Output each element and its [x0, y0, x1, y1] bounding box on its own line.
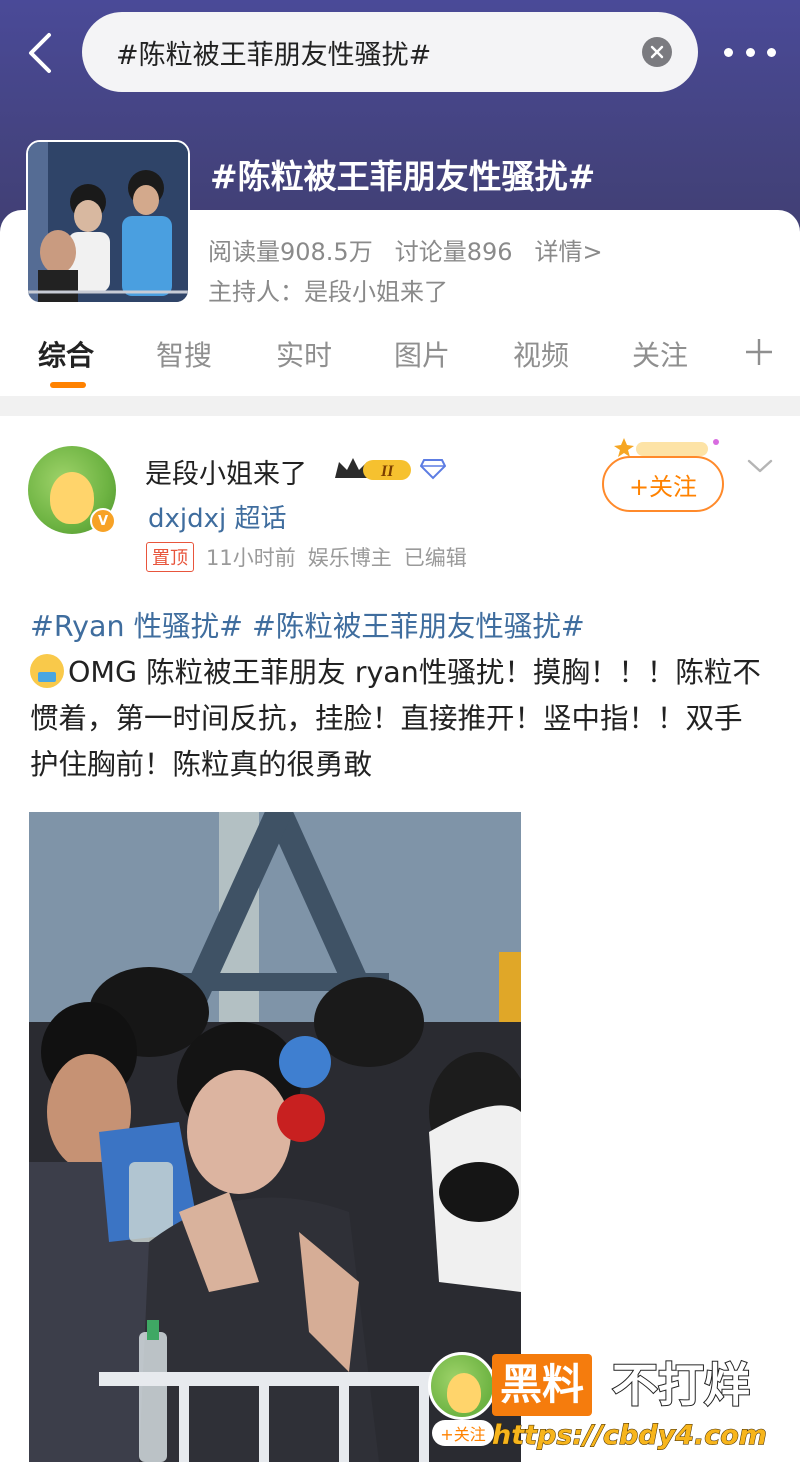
- tab-videos[interactable]: 视频: [513, 334, 569, 374]
- topic-title: #陈粒被王菲朋友性骚扰#: [210, 157, 596, 196]
- active-tab-indicator: [50, 382, 86, 388]
- tab-images[interactable]: 图片: [394, 334, 450, 374]
- watermark-follow-button[interactable]: +关注: [432, 1420, 494, 1446]
- tab-following[interactable]: 关注: [632, 334, 688, 374]
- details-link[interactable]: 详情>: [535, 232, 603, 267]
- watermark-avatar: [428, 1352, 496, 1420]
- tab-comprehensive[interactable]: 综合: [38, 334, 94, 374]
- pinned-badge: 置顶: [146, 542, 194, 572]
- topic-stats: 阅读量908.5万 讨论量896 详情>: [208, 232, 603, 267]
- tab-bar: 综合 智搜 实时 图片 视频 关注: [0, 330, 800, 388]
- tab-realtime[interactable]: 实时: [276, 334, 332, 374]
- crown-badge-icon: II: [335, 458, 411, 480]
- avatar-face: [50, 472, 94, 524]
- chevron-down-icon[interactable]: [746, 456, 774, 476]
- watermark-brand: 黑料: [492, 1354, 593, 1416]
- dot-icon: [745, 47, 755, 57]
- post-time: 11小时前: [206, 546, 296, 570]
- close-icon: [650, 45, 664, 59]
- more-options-button[interactable]: [724, 38, 776, 66]
- diamond-icon: [420, 459, 446, 480]
- verified-icon: V: [90, 508, 116, 534]
- clear-search-button[interactable]: [642, 37, 672, 67]
- watermark-brand-suffix: 不打烊: [611, 1357, 751, 1413]
- supertopic-link[interactable]: dxjdxj 超话: [148, 498, 287, 535]
- post-text: #Ryan 性骚扰# #陈粒被王菲朋友性骚扰# OMG 陈粒被王菲朋友 ryan…: [30, 604, 770, 788]
- add-tab-button[interactable]: [744, 336, 774, 376]
- topic-host: 主持人：是段小姐来了: [208, 278, 448, 306]
- search-input[interactable]: #陈粒被王菲朋友性骚扰#: [82, 12, 698, 92]
- author-name[interactable]: 是段小姐来了: [145, 452, 307, 491]
- dot-icon: [767, 47, 776, 57]
- tab-smart-search[interactable]: 智搜: [156, 334, 212, 374]
- back-button[interactable]: [20, 28, 60, 78]
- discussion-count: 讨论量896: [394, 238, 513, 266]
- edited-label: 已编辑: [403, 546, 467, 570]
- topic-thumbnail-image: [28, 142, 188, 302]
- sparkle-icon: [614, 438, 719, 457]
- crying-face-icon: [30, 654, 64, 688]
- badge-level: II: [380, 463, 394, 480]
- author-role: 娱乐博主: [307, 546, 392, 570]
- avatar-face: [447, 1373, 481, 1413]
- follow-button[interactable]: +关注: [602, 456, 724, 512]
- plus-icon: [746, 339, 772, 365]
- topic-thumbnail[interactable]: [26, 140, 190, 304]
- post-meta: 置顶 11小时前 娱乐博主 已编辑: [146, 542, 467, 572]
- section-divider: [0, 396, 800, 416]
- post-hashtags[interactable]: #Ryan 性骚扰# #陈粒被王菲朋友性骚扰#: [30, 604, 770, 650]
- post-content: OMG 陈粒被王菲朋友 ryan性骚扰！摸胸！！！陈粒不惯着，第一时间反抗，挂脸…: [30, 656, 761, 781]
- back-arrow-icon: [29, 33, 51, 73]
- watermark-url: https://cbdy4.com: [492, 1420, 768, 1452]
- bottom-strip: [0, 1466, 800, 1481]
- search-query: #陈粒被王菲朋友性骚扰#: [116, 39, 432, 71]
- dot-icon: [724, 47, 733, 57]
- read-count: 阅读量908.5万: [208, 238, 373, 266]
